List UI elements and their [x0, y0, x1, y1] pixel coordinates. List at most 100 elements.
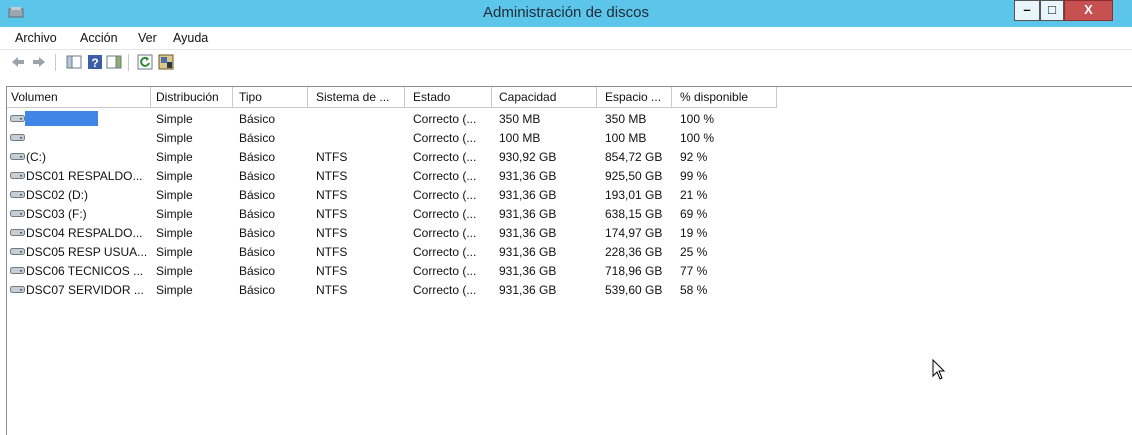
- cell-volumen: DSC04 RESPALDO...: [26, 226, 143, 240]
- table-row[interactable]: (C:) Simple Básico NTFS Correcto (... 930,92 …: [7, 147, 777, 166]
- cell-espacio-libre: 174,97 GB: [605, 226, 663, 240]
- disk-volume-icon: [10, 172, 25, 179]
- cell-sistema-archivos: NTFS: [316, 150, 348, 164]
- cell-porcentaje-disponible: 58 %: [680, 283, 708, 297]
- cell-espacio-libre: 193,01 GB: [605, 188, 663, 202]
- cell-tipo: Básico: [239, 264, 276, 278]
- menu-ayuda[interactable]: Ayuda: [173, 31, 208, 45]
- cell-capacidad: 931,36 GB: [499, 264, 557, 278]
- cell-volumen: DSC03 (F:): [26, 207, 87, 221]
- table-row[interactable]: DSC05 RESP USUA... Simple Básico NTFS Correc…: [7, 242, 777, 261]
- column-divider[interactable]: [776, 87, 777, 107]
- maximize-button[interactable]: □: [1040, 0, 1064, 21]
- cell-sistema-archivos: NTFS: [316, 188, 348, 202]
- disk-volume-icon: [10, 210, 25, 217]
- cell-volumen: (C:): [26, 150, 46, 164]
- table-row[interactable]: DSC01 RESPALDO... Simple Básico NTFS Correct…: [7, 166, 777, 185]
- cell-capacidad: 931,36 GB: [499, 245, 557, 259]
- column-header-tipo[interactable]: Tipo: [239, 90, 262, 104]
- back-icon[interactable]: [10, 54, 26, 70]
- table-row[interactable]: DSC04 RESPALDO... Simple Básico NTFS Correct…: [7, 223, 777, 242]
- cell-espacio-libre: 350 MB: [605, 112, 647, 126]
- cell-estado: Correcto (...: [413, 112, 477, 126]
- volume-list[interactable]: Volumen Distribución Tipo Sistema de ...…: [6, 86, 1132, 435]
- help-icon[interactable]: ?: [87, 54, 103, 70]
- mouse-pointer-icon: [932, 359, 946, 380]
- menu-ver[interactable]: Ver: [138, 31, 157, 45]
- column-header-disponible[interactable]: % disponible: [680, 90, 748, 104]
- toolbar: ?: [0, 50, 1132, 76]
- column-header-sistema[interactable]: Sistema de ...: [316, 90, 389, 104]
- cell-espacio-libre: 718,96 GB: [605, 264, 663, 278]
- refresh-icon[interactable]: [137, 54, 153, 70]
- cell-porcentaje-disponible: 69 %: [680, 207, 708, 221]
- cell-tipo: Básico: [239, 131, 276, 145]
- cell-estado: Correcto (...: [413, 169, 477, 183]
- column-divider[interactable]: [671, 87, 672, 107]
- menu-archivo[interactable]: Archivo: [15, 31, 57, 45]
- cell-distribucion: Simple: [156, 283, 193, 297]
- cell-estado: Correcto (...: [413, 264, 477, 278]
- cell-porcentaje-disponible: 21 %: [680, 188, 708, 202]
- cell-volumen: DSC05 RESP USUA...: [26, 245, 148, 259]
- cell-capacidad: 100 MB: [499, 131, 541, 145]
- cell-distribucion: Simple: [156, 131, 193, 145]
- cell-volumen: DSC06 TECNICOS ...: [26, 264, 144, 278]
- cell-tipo: Básico: [239, 245, 276, 259]
- console-tree-icon[interactable]: [66, 54, 82, 70]
- action-pane-icon[interactable]: [106, 54, 122, 70]
- column-header-volumen[interactable]: Volumen: [11, 90, 58, 104]
- column-divider[interactable]: [404, 87, 405, 107]
- cell-estado: Correcto (...: [413, 207, 477, 221]
- table-row[interactable]: DSC07 SERVIDOR ... Simple Básico NTFS Correc…: [7, 280, 777, 299]
- column-header-estado[interactable]: Estado: [413, 90, 450, 104]
- disk-volume-icon: [10, 191, 25, 198]
- cell-sistema-archivos: NTFS: [316, 207, 348, 221]
- cell-sistema-archivos: NTFS: [316, 245, 348, 259]
- cell-porcentaje-disponible: 77 %: [680, 264, 708, 278]
- cell-tipo: Básico: [239, 188, 276, 202]
- svg-text:?: ?: [91, 56, 98, 70]
- table-row[interactable]: DSC02 (D:) Simple Básico NTFS Correcto (... 9…: [7, 185, 777, 204]
- table-row[interactable]: Simple Básico Correcto (... 350 MB 350 MB 100…: [7, 109, 777, 128]
- cell-sistema-archivos: NTFS: [316, 283, 348, 297]
- cell-distribucion: Simple: [156, 169, 193, 183]
- close-button[interactable]: X: [1064, 0, 1113, 21]
- column-header-espacio[interactable]: Espacio ...: [605, 90, 661, 104]
- minimize-button[interactable]: –: [1014, 0, 1040, 21]
- column-header-distribucion[interactable]: Distribución: [156, 90, 219, 104]
- cell-espacio-libre: 638,15 GB: [605, 207, 663, 221]
- column-divider[interactable]: [150, 87, 151, 107]
- forward-icon[interactable]: [31, 54, 47, 70]
- column-divider[interactable]: [491, 87, 492, 107]
- cell-porcentaje-disponible: 100 %: [680, 112, 715, 126]
- cell-porcentaje-disponible: 25 %: [680, 245, 708, 259]
- column-divider[interactable]: [232, 87, 233, 107]
- selection-highlight: [25, 111, 98, 126]
- cell-espacio-libre: 539,60 GB: [605, 283, 663, 297]
- table-row[interactable]: DSC06 TECNICOS ... Simple Básico NTFS Correc…: [7, 261, 777, 280]
- cell-volumen: DSC01 RESPALDO...: [26, 169, 143, 183]
- cell-capacidad: 931,36 GB: [499, 188, 557, 202]
- cell-distribucion: Simple: [156, 226, 193, 240]
- cell-distribucion: Simple: [156, 264, 193, 278]
- column-header-row: Volumen Distribución Tipo Sistema de ...…: [7, 87, 777, 108]
- properties-icon[interactable]: [158, 54, 174, 70]
- disk-volume-icon: [10, 134, 25, 141]
- cell-capacidad: 931,36 GB: [499, 283, 557, 297]
- column-divider[interactable]: [307, 87, 308, 107]
- table-row[interactable]: Simple Básico Correcto (... 100 MB 100 MB 100…: [7, 128, 777, 147]
- column-header-capacidad[interactable]: Capacidad: [499, 90, 556, 104]
- toolbar-separator: [55, 54, 56, 71]
- disk-volume-icon: [10, 153, 25, 160]
- cell-capacidad: 931,36 GB: [499, 169, 557, 183]
- table-row[interactable]: DSC03 (F:) Simple Básico NTFS Correcto (... 9…: [7, 204, 777, 223]
- cell-volumen: DSC07 SERVIDOR ...: [26, 283, 144, 297]
- cell-tipo: Básico: [239, 207, 276, 221]
- cell-distribucion: Simple: [156, 150, 193, 164]
- column-divider[interactable]: [596, 87, 597, 107]
- title-bar[interactable]: Administración de discos – □ X: [0, 0, 1132, 27]
- disk-volume-icon: [10, 115, 25, 122]
- cell-capacidad: 931,36 GB: [499, 207, 557, 221]
- menu-accion[interactable]: Acción: [80, 31, 118, 45]
